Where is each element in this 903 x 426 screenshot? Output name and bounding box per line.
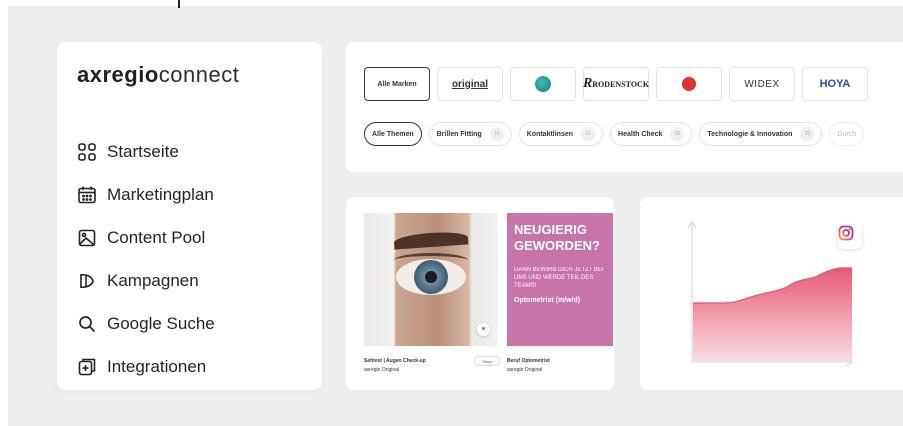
sidebar-item-startseite[interactable]: Startseite — [77, 130, 215, 173]
brand-filter-rodenstock[interactable]: RRODENSTOCK — [583, 67, 649, 101]
caption-title: Sehtest | Augen Check-up — [364, 358, 426, 364]
grid-icon — [77, 142, 97, 162]
brand-filter-zeiss[interactable] — [656, 67, 722, 101]
topic-chip-technologie[interactable]: Technologie & Innovation 25 — [699, 122, 823, 146]
sidebar-item-kampagnen[interactable]: Kampagnen — [77, 259, 215, 302]
brand-filter-hoya[interactable]: HOYA — [802, 67, 868, 101]
chip-count: 26 — [670, 127, 685, 141]
promo-tile: NEUGIERIG GEWORDEN? DANN BEWIRB DICH JET… — [507, 213, 613, 346]
promo-role: Optometrist (m/w/d) — [514, 297, 581, 304]
logo-word-2: connect — [158, 62, 240, 87]
megaphone-icon — [77, 271, 97, 291]
sidebar-item-label: Kampagnen — [107, 270, 199, 290]
eyebrow-shape — [393, 230, 469, 250]
chip-label: Durch — [837, 130, 857, 138]
caption-1: Sehtest | Augen Check-up axregio Origina… — [364, 358, 426, 373]
topic-chip-more[interactable]: Durch — [829, 122, 865, 146]
chip-label: Technologie & Innovation — [707, 130, 793, 138]
chip-count: 11 — [581, 127, 596, 141]
content-card[interactable]: ♥ NEUGIERIG GEWORDEN? DANN BEWIRB DICH J… — [346, 197, 614, 390]
sidebar-item-content-pool[interactable]: Content Pool — [77, 216, 215, 259]
eyelid-shape — [394, 253, 468, 268]
brand-label: Alle Marken — [377, 80, 417, 88]
sidebar-item-label: Google Suche — [107, 313, 215, 333]
analytics-card[interactable] — [640, 197, 903, 390]
sidebar-item-marketingplan[interactable]: Marketingplan — [77, 173, 215, 216]
caption-2: Beruf Optometrist axregio Original — [507, 358, 550, 373]
filter-panel: Alle Marken original RRODENSTOCK WIDEX H… — [346, 42, 903, 172]
sidebar: axregioconnect Startseite Marketingplan … — [57, 42, 322, 390]
brand-filter-all[interactable]: Alle Marken — [364, 67, 430, 101]
rodenstock-logo: RRODENSTOCK — [582, 76, 650, 91]
promo-heading: NEUGIERIG GEWORDEN? — [514, 222, 600, 253]
zeiss-logo-icon — [682, 77, 696, 91]
chip-label: Health Check — [618, 130, 663, 138]
topic-chip-brillen-fitting[interactable]: Brillen Fitting 16 — [428, 122, 512, 146]
sidebar-item-google-suche[interactable]: Google Suche — [77, 302, 215, 345]
logo-word-1: axregio — [77, 62, 159, 87]
instagram-icon — [838, 225, 854, 241]
topic-chip-kontaktlinsen[interactable]: Kontaktlinsen 11 — [518, 122, 604, 146]
image-icon — [77, 228, 97, 248]
topic-chip-all[interactable]: Alle Themen — [364, 122, 422, 146]
instagram-button[interactable] — [838, 225, 862, 249]
plug-in-icon — [77, 357, 97, 377]
caption-sub: axregio Original — [364, 367, 400, 373]
sidebar-item-label: Startseite — [107, 141, 179, 161]
growth-area — [693, 268, 852, 361]
story-tag: Story — [474, 356, 500, 366]
topic-chip-health-check[interactable]: Health Check 26 — [610, 122, 693, 146]
brand-filter-original[interactable]: original — [437, 67, 503, 101]
chip-label: Alle Themen — [372, 130, 414, 138]
sidebar-item-label: Content Pool — [107, 227, 206, 247]
app-logo[interactable]: axregioconnect — [77, 62, 239, 88]
brand-filter-cooper[interactable] — [510, 67, 576, 101]
favorite-button[interactable]: ♥ — [477, 323, 490, 336]
sidebar-item-label: Integrationen — [107, 356, 207, 376]
sidebar-item-label: Marketingplan — [107, 184, 214, 204]
calendar-icon — [77, 185, 97, 205]
caption-title: Beruf Optometrist — [507, 358, 550, 364]
widex-logo: WIDEX — [744, 78, 780, 90]
caption-sub: axregio Original — [507, 367, 543, 373]
brand-filter-widex[interactable]: WIDEX — [729, 67, 795, 101]
topic-filter-row: Alle Themen Brillen Fitting 16 Kontaktlin… — [364, 122, 865, 146]
hoya-logo: HOYA — [819, 78, 851, 90]
heart-icon: ♥ — [481, 326, 486, 333]
growth-chart — [687, 221, 853, 367]
chip-label: Kontaktlinsen — [526, 130, 574, 138]
chip-count: 16 — [489, 127, 504, 141]
original-logo: original — [451, 78, 489, 90]
brand-filter-row: Alle Marken original RRODENSTOCK WIDEX H… — [364, 67, 868, 101]
rodenstock-label: RODENSTOCK — [592, 80, 650, 89]
sidebar-item-integrationen[interactable]: Integrationen — [77, 345, 215, 388]
search-icon — [77, 314, 97, 334]
sidebar-nav: Startseite Marketingplan Content Pool Ka… — [77, 130, 215, 388]
cooper-logo-icon — [535, 76, 551, 92]
chip-count: 25 — [800, 127, 815, 141]
text-cursor — [178, 0, 180, 8]
chip-label: Brillen Fitting — [436, 130, 482, 138]
promo-text: DANN BEWIRB DICH JETZT BEI UNS UND WERDE… — [514, 267, 604, 289]
